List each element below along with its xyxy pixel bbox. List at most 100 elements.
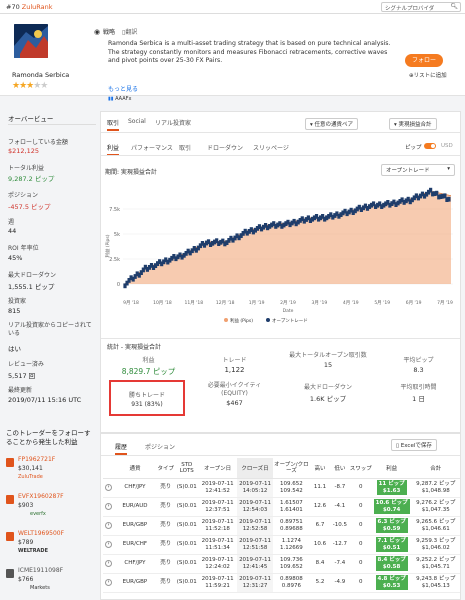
open-trades-select[interactable]: オープントレード ▾ [381, 164, 455, 176]
col-header[interactable]: STD LOTS [176, 458, 198, 478]
table-row[interactable]: › EUR/AUD 売り (S)0.01 2019-07-11 12:37:51 2019… [103, 497, 460, 517]
tab-real-investors[interactable]: リアル投資家 [155, 118, 191, 127]
cell-high: 5.2 [310, 573, 330, 593]
search-input[interactable]: シグナルプロバイダ 🔍︎ [381, 2, 461, 12]
stat-value: 15 [323, 360, 333, 369]
expand-icon[interactable]: › [105, 560, 112, 567]
tab-trading[interactable]: 取引 [107, 118, 120, 131]
cell-type: 売り [155, 554, 176, 574]
stat-value: 9,287.2 ピップ [8, 175, 55, 183]
star-rating: ★★★★★ [12, 81, 48, 91]
cell-oc: 109.652 109.542 [272, 478, 311, 498]
cell-swap: 0 [349, 554, 372, 574]
overview-panel: オーバービュー フォローしている金額 $212,125 トータル利益 9,287… [0, 106, 98, 600]
copier-name[interactable]: EVFX1960287F [18, 493, 64, 500]
add-to-list-button[interactable]: ⊕リストに追加 [409, 71, 447, 79]
cell-lots: (S)0.01 [175, 535, 198, 555]
cell-pair: CHF/JPY [114, 554, 156, 574]
expand-icon[interactable]: › [105, 503, 112, 510]
subtab-trades[interactable]: 取引 [179, 143, 191, 152]
copier-broker: everfx [30, 511, 46, 517]
pips-usd-toggle[interactable] [424, 143, 436, 149]
strategy-tab[interactable]: 戦略 [103, 27, 115, 36]
col-header[interactable]: クローズ日 [237, 458, 273, 478]
open-trade-point [447, 196, 451, 202]
copier-item[interactable]: WELT1969500F $789 WELTRADE [6, 530, 98, 570]
stat-label: 必要最小イクイティ (EQUITY) [207, 382, 262, 397]
copier-item[interactable]: FP1962721F $30,141 ZuluTrade [6, 456, 98, 496]
strategy-description: Ramonda Serbica is a multi-asset trading… [108, 40, 391, 65]
stat-avg-pips: 平均ピップ 8.3 [381, 355, 456, 374]
table-row[interactable]: › EUR/CHF 売り (S)0.01 2019-07-11 11:51:34 2019… [103, 535, 460, 555]
copier-name[interactable]: FP1962721F [18, 456, 55, 463]
cell-open: 2019-07-11 11:59:21 [197, 573, 238, 593]
profit-cell: 4.8 ピップ $0.53 [371, 573, 412, 593]
divider [101, 338, 460, 339]
col-header[interactable]: 合計 [411, 458, 460, 478]
stat-label: 利益 [142, 357, 155, 364]
cell-total: 9,243.8 ピップ $1,045.13 [411, 573, 460, 593]
col-header[interactable]: タイプ [156, 458, 176, 478]
read-more-link[interactable]: もっと見る [108, 84, 138, 93]
tab-history[interactable]: 履歴 [115, 442, 128, 455]
subtab-performance[interactable]: パフォーマンス [131, 143, 173, 152]
currency-pair-filter[interactable]: ▾ 任意の通貨ペア [305, 118, 359, 130]
follow-button[interactable]: フォロー [405, 54, 443, 67]
search-placeholder: シグナルプロバイダ [385, 6, 435, 12]
profit-pips: 7.1 ピップ [377, 538, 406, 544]
divider [8, 124, 96, 125]
table-row[interactable]: › CHF/JPY 売り (S)0.01 2019-07-11 12:24:02 2019… [103, 554, 460, 574]
excel-export-button[interactable]: ▯ Excelで保存 [391, 439, 437, 451]
col-header[interactable]: 高い [310, 458, 330, 478]
col-header[interactable]: 利益 [372, 458, 412, 478]
col-header[interactable]: オープン日 [198, 458, 238, 478]
stat-value: 931 (83%) [131, 401, 163, 408]
copier-item[interactable]: ICME1911098F $766 Markets [6, 567, 98, 600]
rank-label: ZuluRank [21, 3, 53, 11]
trader-name: Ramonda Serbica [12, 71, 70, 79]
tab-social[interactable]: Social [128, 118, 146, 125]
stat-value: 1 日 [412, 395, 425, 403]
col-header[interactable]: スワップ [350, 458, 372, 478]
col-header[interactable]: 通貨 [114, 458, 156, 478]
copier-amount: $903 [18, 502, 34, 509]
table-row[interactable]: › EUR/GBP 売り (S)0.01 2019-07-11 11:59:21 2019… [103, 573, 460, 593]
stat-value: 45% [8, 254, 23, 262]
table-row[interactable]: › EUR/GBP 売り (S)0.01 2019-07-11 11:52:18 2019… [103, 516, 460, 536]
y-axis-label: 利益 (Pips) [104, 234, 111, 257]
expand-icon[interactable]: › [105, 522, 112, 529]
copier-name[interactable]: WELT1969500F [18, 530, 64, 537]
user-icon [6, 495, 14, 504]
copier-name[interactable]: ICME1911098F [18, 567, 63, 574]
copier-item[interactable]: EVFX1960287F $903 everfx [6, 493, 98, 533]
table-row[interactable]: › CHF/JPY 売り (S)0.01 2019-07-11 12:41:52 2019… [103, 478, 460, 498]
cell-swap: 0 [349, 497, 372, 517]
cell-close: 2019-07-11 12:51:58 [237, 535, 273, 555]
stat-label: 最大ドローダウン [303, 384, 352, 391]
col-header[interactable]: 低い [330, 458, 350, 478]
stat-max-drawdown: 最大ドローダウン 1.6K ピップ [283, 382, 373, 403]
realized-pl-filter[interactable]: ▾ 実現損益合計 [389, 118, 437, 130]
search-icon[interactable]: 🔍︎ [450, 3, 458, 10]
cell-high: 6.7 [310, 516, 330, 536]
col-header [103, 458, 114, 478]
x-tick-label: 2月 '19 [280, 300, 296, 306]
x-tick-label: 3月 '19 [312, 300, 328, 306]
legend-label: オープントレード [272, 318, 308, 324]
subtab-slippage[interactable]: スリッページ [253, 143, 289, 152]
col-header[interactable]: オープン/クローズ [273, 458, 310, 478]
expand-icon[interactable]: › [105, 541, 112, 548]
translate-link[interactable]: ▯翻訳 [122, 27, 137, 36]
expand-icon[interactable]: › [105, 579, 112, 586]
stat-trades: トレード 1,122 [197, 355, 272, 374]
stat-label: 最大ドローダウン [8, 272, 57, 279]
subtab-drawdown[interactable]: ドローダウン [207, 143, 243, 152]
expand-icon[interactable]: › [105, 484, 112, 491]
tab-positions[interactable]: ポジション [145, 442, 175, 451]
profit-usd: $0.53 [382, 582, 401, 589]
profit-cell: 11 ピップ $1.63 [371, 478, 412, 498]
stat-label: 最大トータルオープン取引数 [289, 352, 367, 359]
stat-label: ROI 年率位 [8, 245, 39, 252]
profit-usd: $0.59 [382, 525, 401, 532]
stat-label: 平均取引時間 [400, 384, 437, 391]
